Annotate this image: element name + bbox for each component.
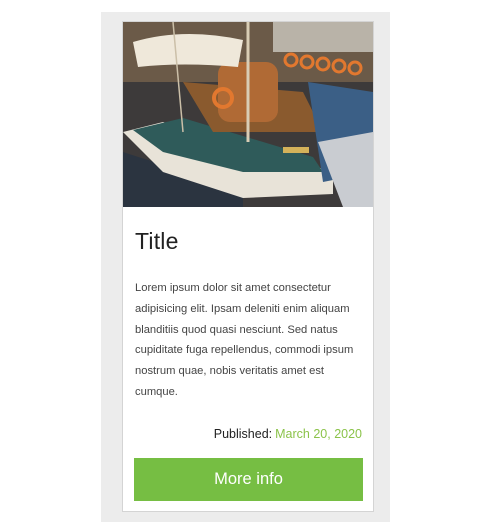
more-info-button[interactable]: More info	[134, 458, 363, 501]
card-description: Lorem ipsum dolor sit amet consectetur a…	[135, 282, 354, 398]
published-date: March 20, 2020	[275, 427, 362, 441]
card-title: Title	[135, 228, 179, 254]
published-info: Published: March 20, 2020	[214, 427, 362, 441]
info-card: Title Lorem ipsum dolor sit amet consect…	[122, 21, 374, 512]
card-image	[123, 22, 373, 207]
boat-photo	[123, 22, 373, 207]
published-label: Published:	[213, 427, 273, 441]
